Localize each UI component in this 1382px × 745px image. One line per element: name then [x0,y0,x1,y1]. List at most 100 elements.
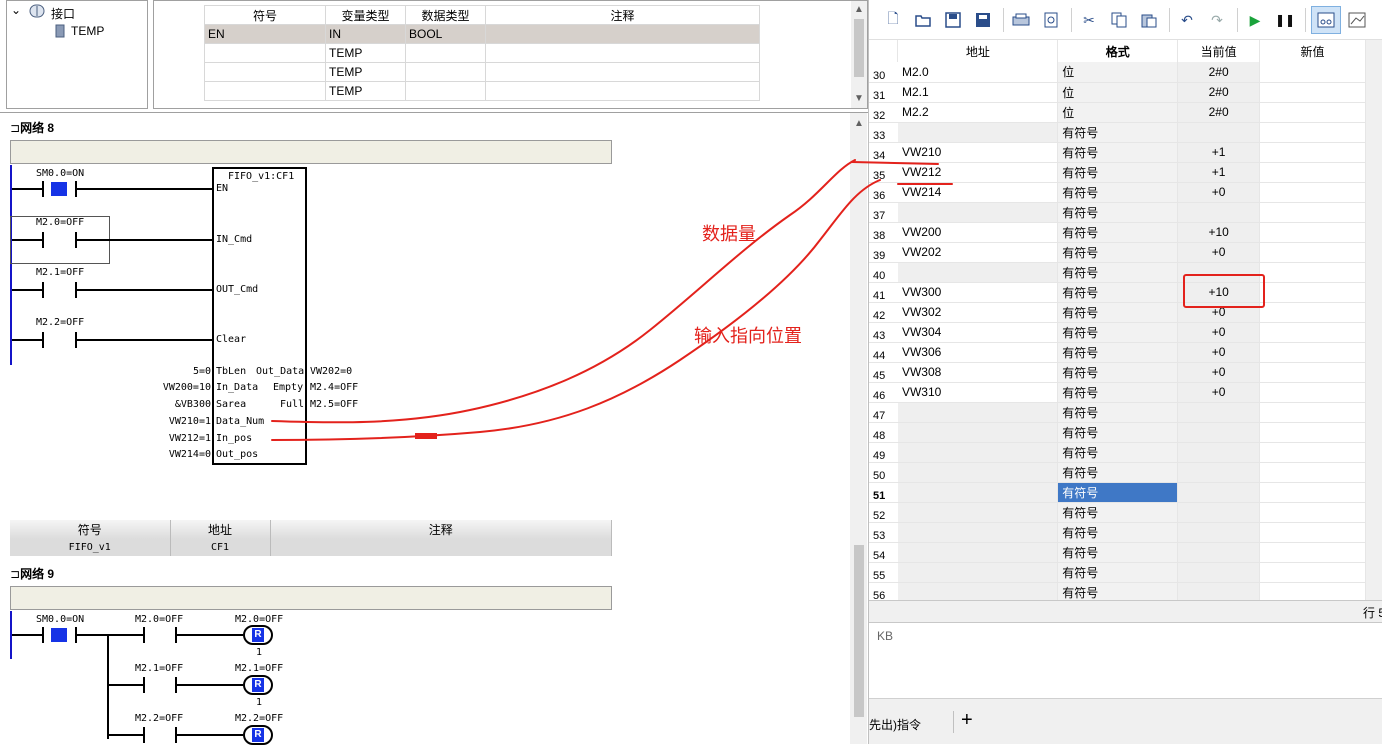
cut-icon[interactable]: ✂ [1079,10,1099,30]
redo-icon[interactable]: ↷ [1207,10,1227,30]
trend-view-icon[interactable] [1347,10,1367,30]
format-cell[interactable]: 有符号 [1057,462,1179,483]
new-value-cell[interactable] [1259,402,1366,423]
address-cell[interactable] [897,542,1059,563]
address-cell[interactable]: VW210 [897,142,1059,163]
print-icon[interactable] [1011,10,1031,30]
table-row[interactable]: 30 M2.0 位 2#0 [869,62,1366,83]
format-cell[interactable]: 有符号 [1057,542,1179,563]
format-cell[interactable]: 有符号 [1057,122,1179,143]
table-row[interactable]: 46 VW310 有符号 +0 [869,382,1366,403]
col-format[interactable]: 格式 [1057,40,1179,62]
chart-status-icon[interactable] [1311,6,1341,34]
new-value-cell[interactable] [1259,222,1366,243]
current-value-cell[interactable]: +0 [1177,182,1261,203]
new-value-cell[interactable] [1259,242,1366,263]
format-cell[interactable]: 有符号 [1057,502,1179,523]
current-value-cell[interactable] [1177,442,1261,463]
table-row[interactable]: 47 有符号 [869,402,1366,423]
address-cell[interactable] [897,422,1059,443]
open-folder-icon[interactable] [913,10,933,30]
current-value-cell[interactable] [1177,562,1261,583]
save-icon[interactable] [943,10,963,30]
col-data-type[interactable]: 数据类型 [405,5,486,25]
interface-scrollbar[interactable]: ▲ ▼ [851,1,867,108]
new-value-cell[interactable] [1259,322,1366,343]
format-cell[interactable]: 有符号 [1057,522,1179,543]
reset-coil-m2-2[interactable]: R [243,725,273,745]
address-cell[interactable] [897,482,1059,503]
new-value-cell[interactable] [1259,422,1366,443]
table-row[interactable]: 36 VW214 有符号 +0 [869,182,1366,203]
table-row[interactable]: 43 VW304 有符号 +0 [869,322,1366,343]
address-cell[interactable]: M2.0 [897,62,1059,83]
format-cell[interactable]: 有符号 [1057,342,1179,363]
table-row[interactable]: 33 有符号 [869,122,1366,143]
table-row[interactable]: 45 VW308 有符号 +0 [869,362,1366,383]
new-value-cell[interactable] [1259,562,1366,583]
address-cell[interactable] [897,402,1059,423]
table-row[interactable]: 42 VW302 有符号 +0 [869,302,1366,323]
table-row[interactable]: 55 有符号 [869,562,1366,583]
current-value-cell[interactable] [1177,262,1261,283]
new-value-cell[interactable] [1259,582,1366,600]
network-8-title[interactable]: ⊐网络 8 [10,119,54,136]
table-row[interactable]: 52 有符号 [869,502,1366,523]
address-cell[interactable]: VW310 [897,382,1059,403]
contact-m2-2[interactable] [145,727,175,743]
operand-data-num[interactable]: VW210=1 [169,416,211,427]
format-cell[interactable]: 有符号 [1057,162,1179,183]
address-cell[interactable]: VW300 [897,282,1059,303]
format-cell[interactable]: 有符号 [1057,202,1179,223]
current-value-cell[interactable]: 2#0 [1177,82,1261,103]
address-cell[interactable]: VW306 [897,342,1059,363]
status-chart-scrollbar[interactable] [1366,40,1382,600]
table-row[interactable]: 32 M2.2 位 2#0 [869,102,1366,123]
format-cell[interactable]: 有符号 [1057,242,1179,263]
table-row[interactable]: 48 有符号 [869,422,1366,443]
address-cell[interactable]: M2.1 [897,82,1059,103]
new-value-cell[interactable] [1259,382,1366,403]
undo-icon[interactable]: ↶ [1177,10,1197,30]
new-value-cell[interactable] [1259,282,1366,303]
col-current-value[interactable]: 当前值 [1177,40,1261,62]
current-value-cell[interactable] [1177,482,1261,503]
table-row[interactable]: 35 VW212 有符号 +1 [869,162,1366,183]
scroll-thumb[interactable] [854,545,864,717]
new-value-cell[interactable] [1259,102,1366,123]
table-row[interactable]: 53 有符号 [869,522,1366,543]
format-cell[interactable]: 有符号 [1057,362,1179,383]
address-cell[interactable] [897,122,1059,143]
scroll-up-icon[interactable]: ▲ [854,119,864,129]
contact-m2-1[interactable] [44,282,75,298]
new-value-cell[interactable] [1259,262,1366,283]
new-value-cell[interactable] [1259,142,1366,163]
save-all-icon[interactable] [973,10,993,30]
current-value-cell[interactable] [1177,582,1261,600]
reset-coil-m2-0[interactable]: R [243,625,273,645]
new-value-cell[interactable] [1259,482,1366,503]
operand-sarea[interactable]: &VB300 [175,399,211,410]
address-cell[interactable]: M2.2 [897,102,1059,123]
operand-out-pos[interactable]: VW214=0 [169,449,211,460]
format-cell[interactable]: 有符号 [1057,562,1179,583]
add-tab-button[interactable]: + [961,709,973,731]
tab-fifo-instruction[interactable]: 先出)指令 [869,716,921,733]
address-cell[interactable] [897,582,1059,600]
format-cell[interactable]: 有符号 [1057,422,1179,443]
address-cell[interactable] [897,562,1059,583]
format-cell[interactable]: 有符号 [1057,302,1179,323]
table-row[interactable]: TEMP [204,62,760,82]
address-cell[interactable] [897,522,1059,543]
table-row[interactable]: FIFO_v1 CF1 [10,539,612,556]
current-value-cell[interactable]: +0 [1177,242,1261,263]
table-row[interactable]: 39 VW202 有符号 +0 [869,242,1366,263]
address-cell[interactable]: VW302 [897,302,1059,323]
col-var-type[interactable]: 变量类型 [325,5,406,25]
new-value-cell[interactable] [1259,302,1366,323]
new-value-cell[interactable] [1259,182,1366,203]
address-cell[interactable]: VW308 [897,362,1059,383]
address-cell[interactable] [897,462,1059,483]
current-value-cell[interactable] [1177,122,1261,143]
current-value-cell[interactable] [1177,422,1261,443]
